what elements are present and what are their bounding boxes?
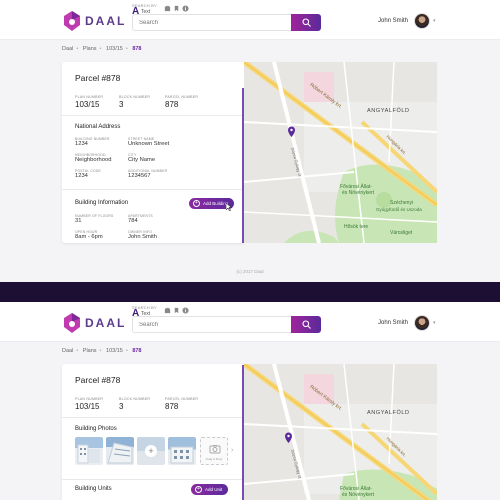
place-label: és Növénykert — [342, 190, 374, 196]
logo-pin-icon[interactable] — [62, 10, 82, 32]
camera-icon — [209, 445, 221, 454]
section-title-address: National Address — [75, 124, 121, 130]
footer-copyright: (c) 2017 Daal — [236, 269, 264, 274]
place-label: Gyógyfürdő és Uszoda — [376, 207, 422, 212]
district-label: ANGYALFÖLD — [367, 108, 410, 114]
stat-value-block: 3 — [119, 402, 124, 411]
plus-icon: + — [195, 486, 202, 493]
breadcrumb: Daal • Plans • 103/15 • 878 — [62, 46, 142, 52]
stat-value-plan: 103/15 — [75, 402, 100, 411]
district-label: ANGYALFÖLD — [367, 410, 410, 416]
building-photo[interactable] — [75, 437, 103, 465]
place-label: Hősök tere — [344, 224, 369, 230]
photo-drop-zone[interactable]: Drag & Drop — [200, 437, 228, 465]
parcel-title: Parcel #878 — [75, 73, 121, 83]
bookmark-icon[interactable] — [173, 5, 180, 12]
stat-label-block: BLOCK NUMBER — [119, 95, 151, 99]
breadcrumb: Daal • Plans • 103/15 • 878 — [62, 348, 142, 354]
search-input[interactable] — [132, 14, 292, 31]
info-icon[interactable] — [182, 5, 189, 12]
place-label: Széchenyi — [390, 200, 414, 206]
parcel-photos-card: Parcel #878 PLAN NUMBER 103/15 BLOCK NUM… — [62, 364, 244, 500]
screen-parcel-details: DAAL SEARCH BY A Text John Smith ▾ Daal•… — [0, 0, 500, 282]
add-unit-button[interactable]: + Add Unit — [191, 484, 229, 495]
stat-label-parcel: PARCEL NUMBER — [165, 397, 199, 401]
avatar[interactable] — [414, 13, 430, 29]
drop-zone-label: Drag & Drop — [205, 457, 223, 461]
field-value: Neighborhood — [75, 157, 112, 163]
plus-icon[interactable]: + — [145, 445, 157, 457]
building-photo[interactable] — [168, 437, 196, 465]
logo-pin-icon[interactable] — [62, 312, 82, 334]
search-button[interactable] — [291, 316, 321, 333]
parcel-title: Parcel #878 — [75, 375, 121, 385]
user-name[interactable]: John Smith — [378, 18, 408, 24]
user-name[interactable]: John Smith — [378, 320, 408, 326]
divider — [62, 115, 244, 116]
field-value: 31 — [75, 218, 82, 224]
map-view[interactable]: Róbert Károly krt. ANGYALFÖLD Hungária k… — [244, 364, 437, 500]
add-building-label: Add Building — [203, 201, 229, 206]
map-view[interactable]: Róbert Károly krt. ANGYALFÖLD Hungária k… — [244, 62, 437, 243]
search-icon — [302, 18, 311, 27]
stat-label-block: BLOCK NUMBER — [119, 397, 151, 401]
field-value: John Smith — [128, 234, 157, 240]
place-label: Városliget — [390, 230, 413, 236]
chevron-down-icon[interactable]: ▾ — [433, 18, 436, 24]
info-icon[interactable] — [182, 307, 189, 314]
stat-label-plan: PLAN NUMBER — [75, 397, 104, 401]
plus-icon: + — [193, 200, 200, 207]
field-value: City Name — [128, 157, 156, 163]
section-title-building: Building Information — [75, 200, 129, 206]
breadcrumb-item-plan[interactable]: 103/15 — [106, 348, 123, 354]
add-unit-label: Add Unit — [205, 487, 223, 492]
divider — [62, 189, 244, 190]
breadcrumb-item-current: 878 — [132, 348, 142, 354]
building-photo[interactable] — [106, 437, 134, 465]
logo-text[interactable]: DAAL — [85, 14, 126, 28]
top-header: DAAL SEARCH BY A Text John Smith ▾ — [0, 0, 500, 40]
chevron-right-icon[interactable]: › — [231, 447, 233, 454]
divider — [62, 479, 244, 480]
breadcrumb-item-plans[interactable]: Plans — [83, 46, 97, 52]
breadcrumb-item-plans[interactable]: Plans — [83, 348, 97, 354]
stat-value-block: 3 — [119, 100, 124, 109]
breadcrumb-item-daal[interactable]: Daal — [62, 46, 73, 52]
breadcrumb-item-daal[interactable]: Daal — [62, 348, 73, 354]
place-label: és Növénykert — [342, 492, 374, 498]
field-value: 8am - 6pm — [75, 234, 103, 240]
section-title-photos: Building Photos — [75, 426, 117, 432]
parcel-details-card: Parcel #878 PLAN NUMBER 103/15 BLOCK NUM… — [62, 62, 244, 243]
search-icon — [302, 320, 311, 329]
section-title-units: Building Units — [75, 486, 112, 492]
field-value: 1234567 — [128, 173, 151, 179]
field-value: 784 — [128, 218, 138, 224]
breadcrumb-item-plan[interactable]: 103/15 — [106, 46, 123, 52]
building-photo[interactable]: + — [137, 437, 165, 465]
stat-label-plan: PLAN NUMBER — [75, 95, 104, 99]
field-value: Unknown Street — [128, 141, 170, 147]
logo-text[interactable]: DAAL — [85, 316, 126, 330]
stat-label-parcel: PARCEL NUMBER — [165, 95, 199, 99]
building-icon[interactable] — [164, 307, 171, 314]
field-value: 1234 — [75, 141, 88, 147]
stat-value-parcel: 878 — [165, 402, 179, 411]
chevron-down-icon[interactable]: ▾ — [433, 320, 436, 326]
divider — [62, 417, 244, 418]
breadcrumb-item-current: 878 — [132, 46, 142, 52]
top-header: DAAL SEARCH BY A Text John Smith ▾ — [0, 302, 500, 342]
cursor-icon — [226, 203, 232, 211]
stat-value-parcel: 878 — [165, 100, 179, 109]
field-value: 1234 — [75, 173, 88, 179]
screen-divider — [0, 282, 500, 302]
bookmark-icon[interactable] — [173, 307, 180, 314]
search-input[interactable] — [132, 316, 292, 333]
avatar[interactable] — [414, 315, 430, 331]
search-button[interactable] — [291, 14, 321, 31]
building-icon[interactable] — [164, 5, 171, 12]
stat-value-plan: 103/15 — [75, 100, 100, 109]
